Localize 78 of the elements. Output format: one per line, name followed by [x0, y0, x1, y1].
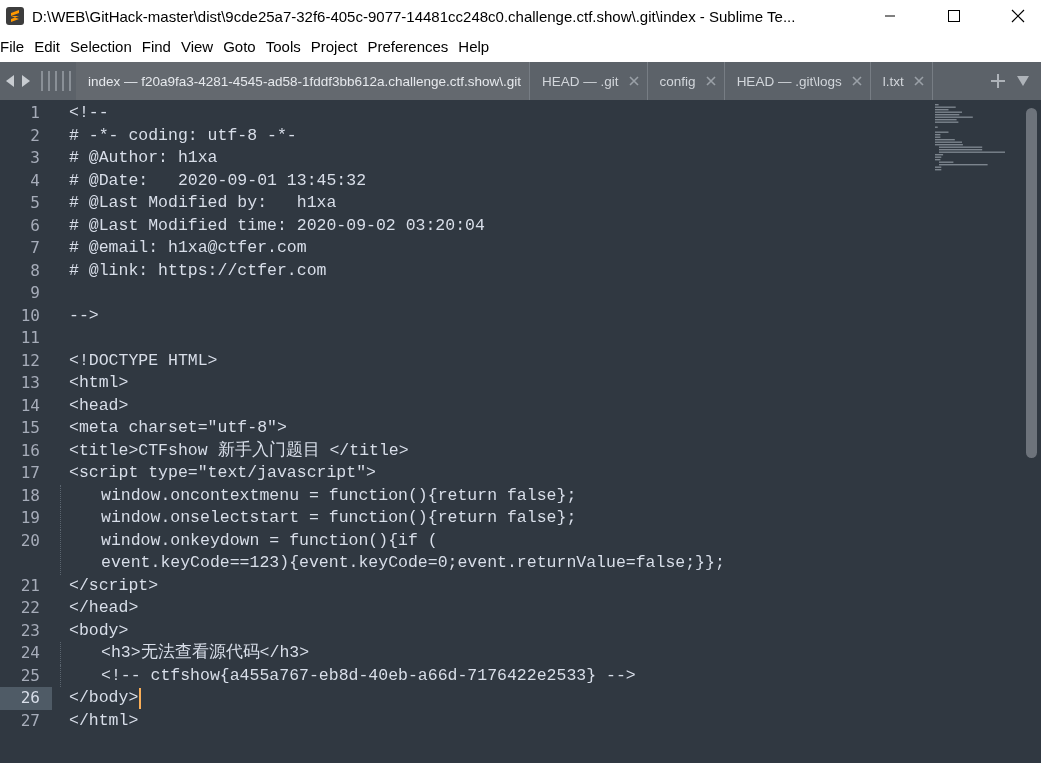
line-number: 12: [19, 349, 41, 372]
app-logo-icon: [6, 7, 24, 25]
code-line: <title>CTFshow 新手入门题目 </title>: [69, 439, 409, 462]
close-icon[interactable]: [913, 76, 924, 86]
menu-item[interactable]: View: [180, 37, 220, 55]
code-line: <!-- ctfshow{a455a767-eb8d-40eb-a66d-7176422e2533} -->: [101, 664, 636, 687]
close-icon[interactable]: [628, 76, 639, 86]
code-line: <!DOCTYPE HTML>: [69, 349, 218, 372]
line-number: 10: [19, 304, 41, 327]
menu-item[interactable]: Goto: [223, 37, 262, 55]
line-number: 13: [19, 372, 41, 394]
code-line: <!--: [69, 102, 109, 124]
line-number: 26: [0, 687, 52, 710]
code-line: window.onselectstart = function(){return false};: [101, 507, 577, 529]
code-line: </body>: [69, 687, 139, 709]
menu-item[interactable]: Preferences: [367, 37, 455, 55]
code-line: <script type="text/javascript">: [69, 462, 376, 484]
line-number: 8: [29, 259, 41, 282]
line-number: 16: [19, 439, 41, 462]
maximize-icon: [948, 10, 960, 22]
line-number: 23: [19, 619, 41, 642]
line-number: 19: [19, 507, 41, 529]
close-icon[interactable]: [705, 76, 716, 86]
menu-item[interactable]: Edit: [34, 37, 67, 55]
menu-item[interactable]: Help: [458, 37, 496, 55]
line-number: 14: [19, 394, 41, 417]
line-number: 24: [19, 642, 41, 664]
menu-item[interactable]: Selection: [70, 37, 138, 55]
code-line: <meta charset="utf-8">: [69, 417, 287, 439]
code-line: # @email: h1xa@ctfer.com: [69, 237, 307, 259]
code-line: # -*- coding: utf-8 -*-: [69, 124, 297, 147]
left-arrow-icon[interactable]: [6, 75, 15, 87]
dropdown-icon[interactable]: [1017, 76, 1029, 86]
menu-item[interactable]: Tools: [265, 37, 307, 55]
code-line: -->: [69, 304, 99, 327]
close-icon: [1011, 9, 1025, 23]
line-number: 20: [19, 529, 41, 552]
code-line: # @Last Modified time: 2020-09-02 03:20:04: [69, 214, 485, 237]
line-number: 7: [29, 237, 41, 259]
line-number: 22: [19, 597, 41, 619]
window-title: D:\WEB\GitHack-master\dist\9cde25a7-32f6-405c-9077-14481cc248c0.challenge.ctf.show\.git\index - Sublime Te...: [32, 7, 797, 25]
line-number: 11: [19, 327, 41, 349]
menu-item[interactable]: Project: [310, 37, 364, 55]
code-line: </html>: [69, 709, 139, 732]
code-line: # @Author: h1xa: [69, 147, 218, 169]
text-cursor: [139, 688, 142, 709]
code-line: <body>: [69, 619, 129, 642]
right-arrow-icon[interactable]: [21, 75, 30, 87]
menu-item[interactable]: File: [0, 37, 31, 55]
line-number: 25: [19, 664, 41, 687]
line-number: 4: [29, 169, 41, 192]
scrollbar[interactable]: [1026, 108, 1037, 458]
code-line: <head>: [69, 394, 129, 417]
line-number: 21: [19, 574, 41, 597]
menu-item[interactable]: Find: [141, 37, 177, 55]
line-number: 6: [29, 214, 41, 237]
code-line: </script>: [69, 574, 159, 597]
code-line: # @Date: 2020-09-01 13:45:32: [69, 169, 367, 192]
code-line: window.oncontextmenu = function(){return false};: [101, 484, 577, 507]
line-number: 27: [19, 709, 41, 732]
line-number: 1: [29, 102, 41, 124]
line-number: 3: [29, 147, 41, 169]
line-number: 17: [19, 462, 41, 484]
code-line: </head>: [69, 597, 139, 619]
plus-icon[interactable]: [991, 74, 1005, 88]
code-line: <html>: [69, 372, 129, 394]
line-number: 9: [29, 282, 41, 304]
code-line: window.onkeydown = function(){if (: [101, 529, 439, 552]
line-number: 18: [19, 484, 41, 507]
line-number: 2: [29, 124, 41, 147]
close-icon[interactable]: [851, 76, 862, 86]
line-number: 15: [19, 417, 41, 439]
code-line: # @Last Modified by: h1xa: [69, 192, 337, 214]
line-number: 5: [29, 192, 41, 214]
code-line: # @link: https://ctfer.com: [69, 259, 327, 282]
code-line: <h3>无法查看源代码</h3>: [101, 642, 310, 664]
tab[interactable]: index — f20a9fa3-4281-4545-ad58-1fddf3bb612a.challenge.ctf.show\.git: [76, 62, 531, 100]
code-line: event.keyCode==123){event.keyCode=0;event.returnValue=false;}};: [101, 552, 725, 574]
